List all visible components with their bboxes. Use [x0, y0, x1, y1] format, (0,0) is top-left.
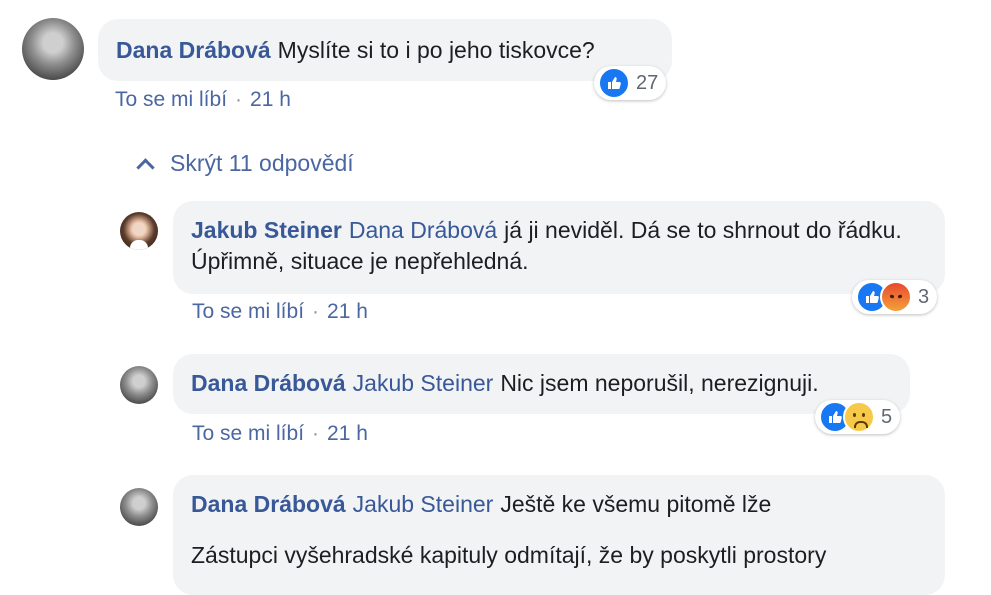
chevron-up-icon [136, 158, 155, 177]
avatar[interactable] [120, 212, 158, 250]
reply-text: Ještě ke všemu pitomě lže [500, 491, 772, 517]
like-link[interactable]: To se mi líbí [192, 422, 304, 445]
separator: · [235, 88, 243, 111]
hide-replies-label: Skrýt 11 odpovědí [170, 150, 354, 176]
reply-author[interactable]: Jakub Steiner [191, 217, 342, 243]
reactions-summary[interactable]: 5 [815, 400, 901, 434]
angry-icon [880, 281, 912, 313]
reply-text: Nic jsem neporušil, nerezignuji. [500, 370, 819, 396]
reaction-count: 27 [636, 71, 659, 94]
timestamp-link[interactable]: 21 h [250, 88, 291, 111]
reactions-summary[interactable]: 27 [594, 66, 667, 100]
avatar[interactable] [120, 366, 158, 404]
reaction-count: 5 [881, 405, 893, 428]
avatar[interactable] [120, 488, 158, 526]
separator: · [312, 300, 320, 323]
avatar[interactable] [22, 18, 84, 80]
comment-bubble: Dana Drábová Myslíte si to i po jeho tisk… [98, 19, 672, 81]
like-link[interactable]: To se mi líbí [192, 300, 304, 323]
timestamp-link[interactable]: 21 h [327, 422, 368, 445]
sad-icon [843, 401, 875, 433]
reply-text-paragraph: Zástupci vyšehradské kapituly odmítají, … [191, 542, 827, 568]
reply-bubble: Jakub Steiner Dana Drábová já ji neviděl. … [173, 201, 945, 294]
reply-bubble: Dana Drábová Jakub Steiner Ještě ke všemu … [173, 475, 945, 595]
separator: · [312, 422, 320, 445]
comment-author[interactable]: Dana Drábová [116, 37, 271, 63]
reply-author[interactable]: Dana Drábová [191, 370, 346, 396]
mention-link[interactable]: Dana Drábová [349, 217, 497, 243]
like-link[interactable]: To se mi líbí [115, 88, 227, 111]
reply-bubble: Dana Drábová Jakub Steiner Nic jsem neporu… [173, 354, 910, 414]
reaction-count: 3 [918, 285, 930, 308]
comment-actions: To se mi líbí · 21 h [115, 88, 291, 112]
hide-replies-toggle[interactable]: Skrýt 11 odpovědí [133, 150, 354, 177]
reply-actions: To se mi líbí · 21 h [192, 300, 368, 324]
reactions-summary[interactable]: 3 [852, 280, 938, 314]
reply-actions: To se mi líbí · 21 h [192, 422, 368, 446]
reply-author[interactable]: Dana Drábová [191, 491, 346, 517]
mention-link[interactable]: Jakub Steiner [353, 370, 494, 396]
mention-link[interactable]: Jakub Steiner [353, 491, 494, 517]
like-icon [598, 67, 630, 99]
timestamp-link[interactable]: 21 h [327, 300, 368, 323]
comment-text: Myslíte si to i po jeho tiskovce? [277, 37, 595, 63]
